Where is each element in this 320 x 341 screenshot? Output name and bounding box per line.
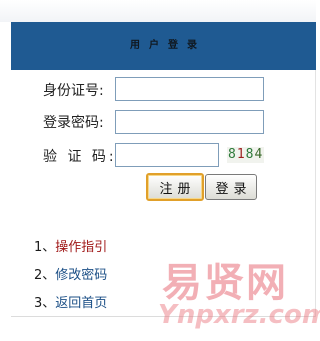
id-number-input[interactable] [115,77,264,101]
captcha-char: 1 [236,147,246,162]
captcha-image[interactable]: 8184 [227,147,265,163]
top-strip [0,0,316,22]
watermark: 易贤网 Ynpxrz.com [150,250,320,340]
password-input[interactable] [115,110,264,134]
list-index: 3、 [34,296,56,311]
change-password-link[interactable]: 修改密码 [55,268,107,283]
list-item: 3、返回首页 [34,292,107,311]
captcha-char: 4 [254,147,264,162]
list-item: 1、操作指引 [34,236,107,255]
divider [11,316,315,317]
list-item: 2、修改密码 [34,264,107,283]
captcha-input[interactable] [115,143,219,167]
operation-guide-link[interactable]: 操作指引 [55,240,107,255]
register-button[interactable]: 注册 [146,173,204,201]
login-button[interactable]: 登录 [205,174,257,200]
captcha-char: 8 [228,147,237,162]
return-home-link[interactable]: 返回首页 [55,296,107,311]
login-header: 用户登录 [11,22,316,70]
watermark-url-text: Ynpxrz.com [158,300,320,330]
list-index: 1、 [34,240,56,255]
id-number-label: 身份证号: [43,83,104,99]
list-index: 2、 [34,268,56,283]
divider [315,217,316,317]
login-page: 用户登录 身份证号: 登录密码: 验 证 码: 8184 注册 登录 1、操作指… [0,0,320,341]
password-label: 登录密码: [43,115,104,131]
page-title: 用户登录 [130,40,206,51]
watermark-text: 易贤网 [162,260,288,306]
captcha-label: 验 证 码: [43,149,117,165]
login-form: 身份证号: 登录密码: 验 证 码: 8184 注册 登录 [11,70,316,217]
